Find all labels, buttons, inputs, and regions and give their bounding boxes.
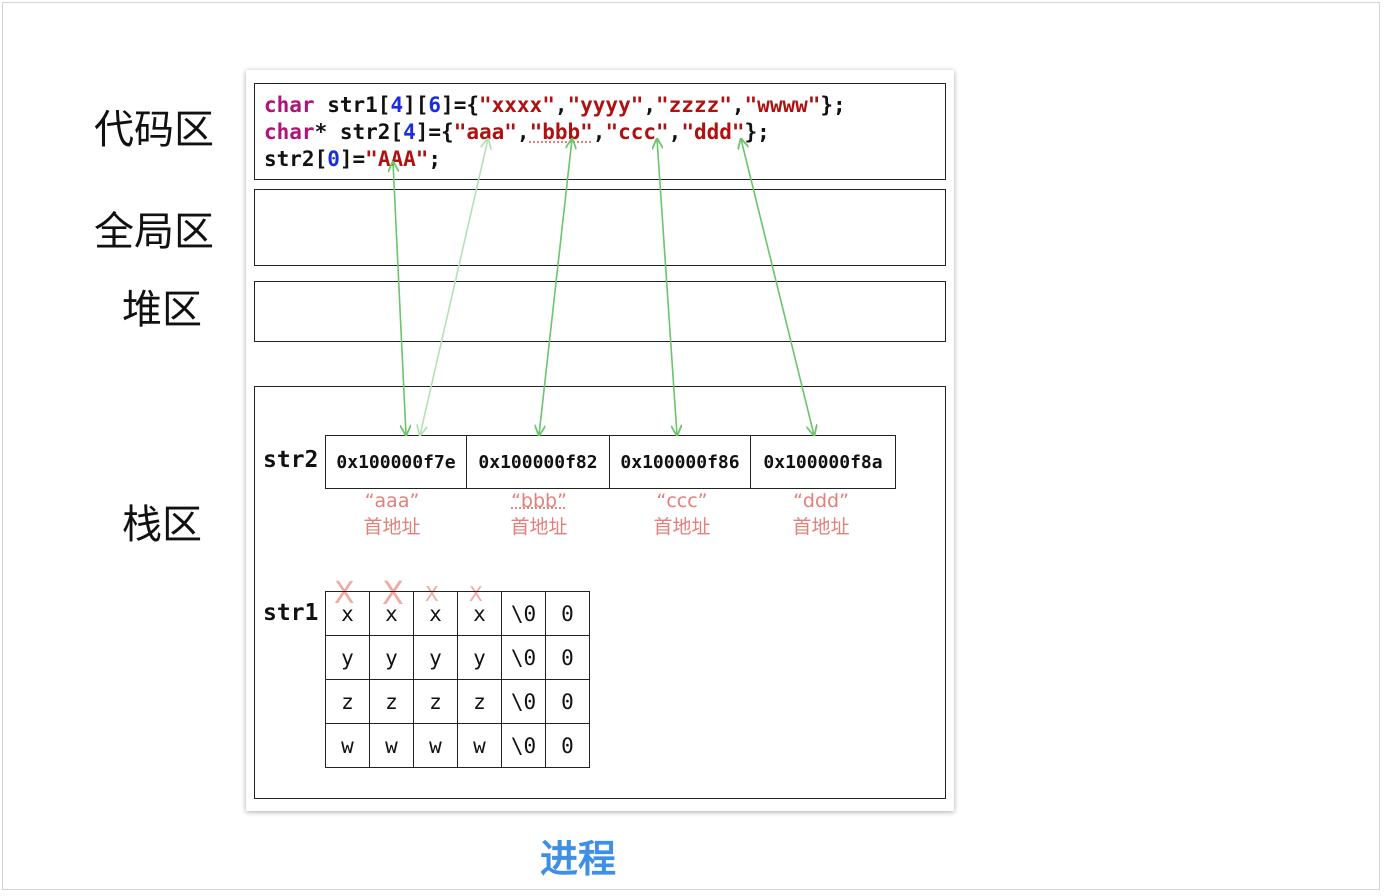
process-caption: 进程	[540, 837, 617, 881]
arrow-aaa-faded	[420, 139, 488, 435]
arrow-bbb	[539, 139, 572, 435]
arrow-ccc	[657, 139, 677, 435]
arrow-ddd	[741, 139, 814, 435]
pointer-arrows	[0, 0, 1386, 896]
arrow-AAA	[393, 162, 406, 435]
